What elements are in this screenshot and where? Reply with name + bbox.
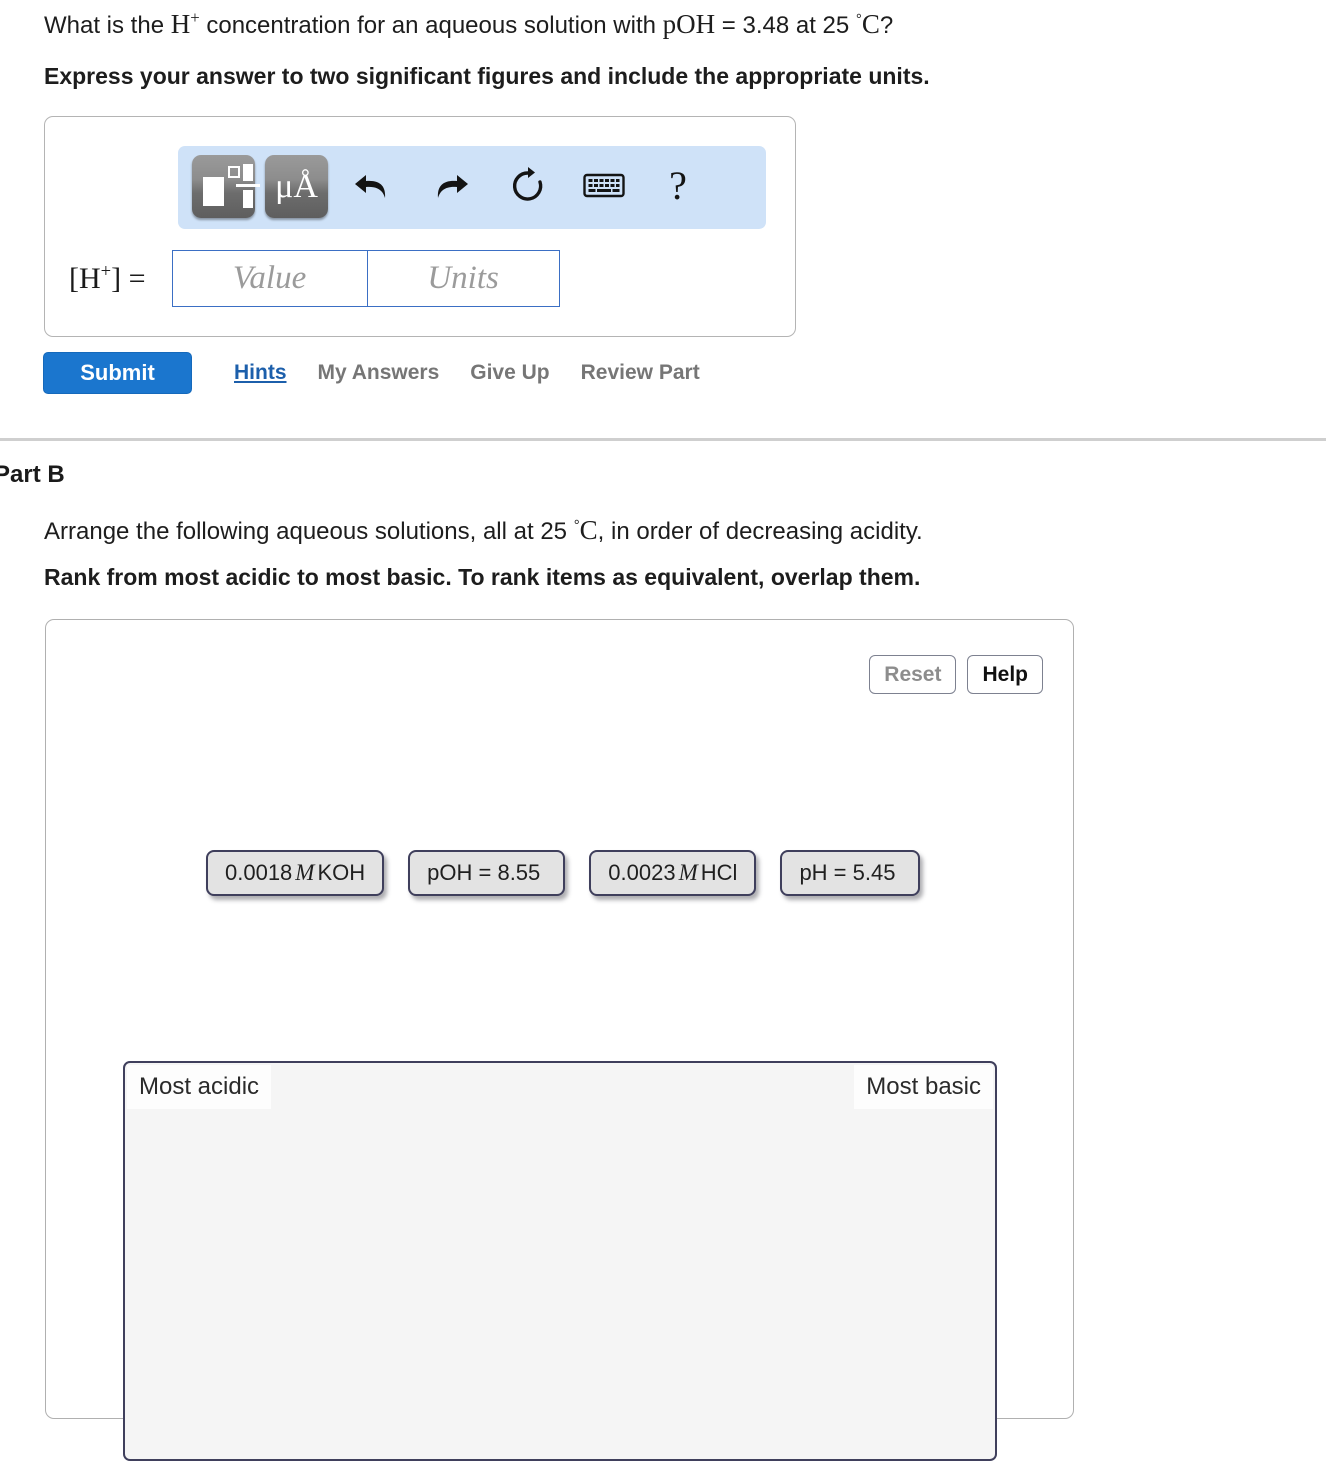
review-part-link[interactable]: Review Part xyxy=(581,361,700,385)
part-a-question-text: What is the H+ concentration for an aque… xyxy=(44,8,1274,42)
celsius-symbol: C xyxy=(579,515,598,545)
question-suffix: ? xyxy=(879,12,894,39)
answer-entry-row: [H+] = Value Units xyxy=(69,250,560,307)
part-b-instruction: Rank from most acidic to most basic. To … xyxy=(44,564,921,590)
part-b-question-text: Arrange the following aqueous solutions,… xyxy=(44,514,1274,548)
answer-label: [H+] = xyxy=(69,260,146,295)
units-micro-angstrom-icon[interactable]: μÅ xyxy=(265,155,328,218)
give-up-link[interactable]: Give Up xyxy=(470,361,549,385)
undo-icon[interactable] xyxy=(346,160,398,212)
redo-icon[interactable] xyxy=(425,160,477,212)
celsius-symbol: C xyxy=(861,9,880,39)
math-entry-toolbar: μÅ ? xyxy=(178,146,766,229)
most-acidic-label: Most acidic xyxy=(127,1065,272,1109)
keyboard-icon[interactable] xyxy=(578,160,630,212)
partb-question-prefix: Arrange the following aqueous solutions,… xyxy=(44,518,574,545)
units-input[interactable]: Units xyxy=(367,250,560,307)
submit-button[interactable]: Submit xyxy=(43,352,192,394)
ranking-drop-zone[interactable]: Most acidic Most basic xyxy=(123,1061,997,1461)
help-glyph: ? xyxy=(669,163,687,208)
ranking-panel: Reset Help 0.0018 M KOH pOH = 8.55 0.002… xyxy=(45,619,1074,1461)
hydrogen-ion-symbol: H+ xyxy=(170,8,200,39)
part-a-answer-panel: μÅ ? [H+] = Value Units xyxy=(44,116,796,337)
question-mid: concentration for an aqueous solution wi… xyxy=(199,12,663,39)
ranking-toolbar: Reset Help xyxy=(869,655,1043,694)
poh-symbol: pOH xyxy=(662,9,716,39)
units-button-label: μÅ xyxy=(275,167,318,205)
part-a-action-row: Submit Hints My Answers Give Up Review P… xyxy=(43,352,700,394)
rank-tile[interactable]: pH = 5.45 xyxy=(780,850,921,896)
template-icon[interactable] xyxy=(192,155,260,218)
units-placeholder: Units xyxy=(427,260,499,296)
value-input[interactable]: Value xyxy=(171,250,368,307)
question-prefix: What is the xyxy=(44,12,171,39)
part-a-instruction: Express your answer to two significant f… xyxy=(44,63,930,89)
help-question-icon[interactable]: ? xyxy=(652,160,704,212)
question-poh-value: = 3.48 at 25 xyxy=(715,12,856,39)
section-divider xyxy=(0,438,1326,441)
partb-question-suffix: , in order of decreasing acidity. xyxy=(597,518,923,545)
reset-button[interactable]: Reset xyxy=(869,655,957,694)
my-answers-link[interactable]: My Answers xyxy=(318,361,440,385)
part-b-title: Part B xyxy=(0,461,65,488)
most-basic-label: Most basic xyxy=(854,1065,993,1109)
rank-tile[interactable]: 0.0018 M KOH xyxy=(206,850,385,896)
value-placeholder: Value xyxy=(232,260,307,296)
reset-icon[interactable] xyxy=(502,160,554,212)
rank-tile[interactable]: 0.0023 M HCl xyxy=(589,850,757,896)
hints-link[interactable]: Hints xyxy=(234,361,287,385)
rank-tile[interactable]: pOH = 8.55 xyxy=(408,850,566,896)
draggable-tile-tray: 0.0018 M KOH pOH = 8.55 0.0023 M HCl pH … xyxy=(206,850,944,896)
help-button[interactable]: Help xyxy=(967,655,1043,694)
